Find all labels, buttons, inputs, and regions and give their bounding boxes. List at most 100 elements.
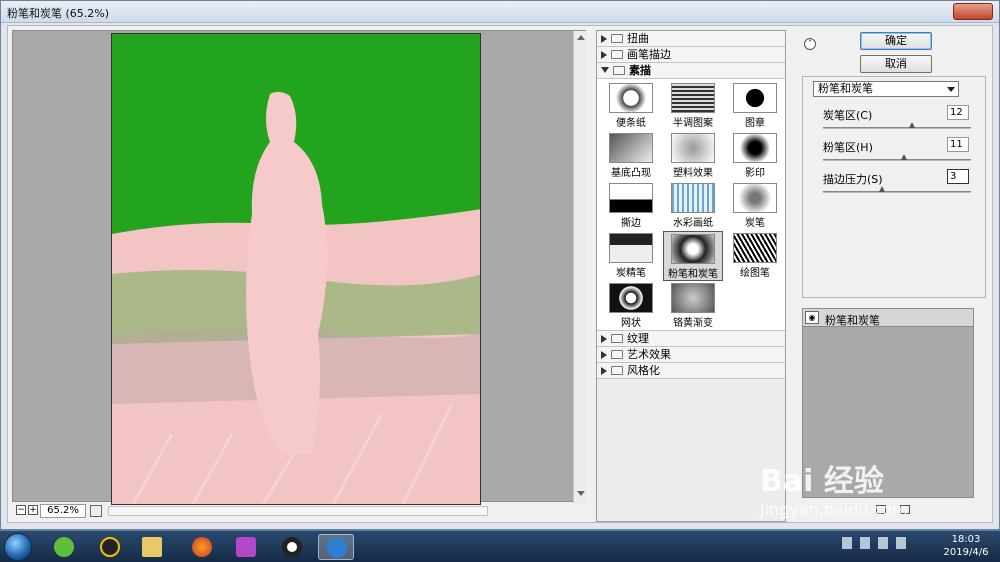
filter-preview-image bbox=[609, 133, 653, 163]
filter-thumbnail[interactable]: 图章 bbox=[725, 81, 785, 131]
filter-thumbnail[interactable]: 撕边 bbox=[601, 181, 661, 231]
taskbar-recorder[interactable] bbox=[274, 534, 310, 560]
tray-icon-1[interactable] bbox=[842, 537, 852, 549]
filter-category-label: 风格化 bbox=[627, 364, 660, 377]
filter-thumbnail[interactable]: 便条纸 bbox=[601, 81, 661, 131]
preview-vertical-scrollbar[interactable] bbox=[573, 31, 587, 503]
dialog-body: − + 65.2% 扭曲画笔描边素描 便条纸 半调图案 图章基底凸现 塑料效果 影印撕边… bbox=[7, 25, 993, 523]
title-bar: 粉笔和炭笔 (65.2%) bbox=[1, 1, 999, 23]
tray-icon-3[interactable] bbox=[878, 537, 888, 549]
taskbar-firefox[interactable] bbox=[184, 534, 220, 560]
filter-preview-image bbox=[733, 133, 777, 163]
filter-parameter: 炭笔区(C) 12 bbox=[823, 105, 983, 135]
parameter-label: 炭笔区(C) bbox=[823, 109, 873, 122]
start-button[interactable] bbox=[4, 533, 32, 561]
filter-thumbnail[interactable]: 影印 bbox=[725, 131, 785, 181]
taskbar-photoshop[interactable] bbox=[318, 534, 354, 560]
filter-gallery: 扭曲画笔描边素描 便条纸 半调图案 图章基底凸现 塑料效果 影印撕边 水彩画纸 炭笔炭精笔 粉… bbox=[596, 30, 786, 522]
slider-handle[interactable] bbox=[901, 154, 908, 160]
slider-handle[interactable] bbox=[908, 122, 915, 128]
settings-panel: ˄ 确定 取消 粉笔和炭笔 炭笔区(C) 12 粉笔区(H) 11 描边压力(S) 3 ◉… bbox=[798, 30, 990, 522]
filter-thumbnail-label: 粉笔和炭笔 bbox=[668, 269, 718, 280]
tray-icon-2[interactable] bbox=[860, 537, 870, 549]
watermark-url: jingyan.baidu.com bbox=[760, 500, 908, 519]
triangle-right-icon bbox=[601, 35, 607, 43]
filter-preview-image bbox=[733, 83, 777, 113]
clock-date: 2019/4/6 bbox=[943, 547, 989, 558]
parameter-value-input[interactable]: 12 bbox=[947, 105, 969, 120]
filter-thumbnail[interactable]: 塑料效果 bbox=[663, 131, 723, 181]
taskbar-app-1[interactable] bbox=[46, 534, 82, 560]
cancel-button[interactable]: 取消 bbox=[860, 55, 932, 73]
close-button[interactable] bbox=[953, 3, 993, 20]
filter-preview-image bbox=[671, 183, 715, 213]
filter-category[interactable]: 艺术效果 bbox=[597, 347, 785, 363]
filter-thumbnail-label: 撕边 bbox=[621, 218, 641, 229]
filter-parameter: 描边压力(S) 3 bbox=[823, 169, 983, 199]
tray-volume-icon[interactable] bbox=[896, 537, 906, 549]
filter-thumbnail-label: 半调图案 bbox=[673, 118, 713, 129]
filter-preview-image bbox=[671, 83, 715, 113]
parameter-slider[interactable] bbox=[823, 191, 971, 193]
parameter-value-input[interactable]: 3 bbox=[947, 169, 969, 184]
preview-horizontal-scrollbar[interactable] bbox=[108, 506, 488, 516]
filter-thumbnail[interactable]: 水彩画纸 bbox=[663, 181, 723, 231]
filter-category[interactable]: 扭曲 bbox=[597, 31, 785, 47]
zoom-in-button[interactable]: + bbox=[28, 505, 38, 515]
taskbar-qq[interactable] bbox=[92, 534, 128, 560]
filter-preview-image bbox=[733, 183, 777, 213]
slider-handle[interactable] bbox=[879, 186, 886, 192]
folder-icon bbox=[611, 334, 623, 343]
taskbar-explorer[interactable] bbox=[134, 534, 170, 560]
filter-thumbnail[interactable]: 绘图笔 bbox=[725, 231, 785, 281]
filter-category-label: 扭曲 bbox=[627, 32, 649, 45]
filter-select-value: 粉笔和炭笔 bbox=[818, 82, 873, 95]
filter-preview-image bbox=[609, 183, 653, 213]
clock[interactable]: 18:03 2019/4/6 bbox=[938, 533, 994, 559]
filter-thumbnail[interactable]: 炭精笔 bbox=[601, 231, 661, 281]
filter-select[interactable]: 粉笔和炭笔 bbox=[813, 81, 959, 97]
preview-canvas[interactable] bbox=[111, 33, 481, 505]
zoom-controls: − + 65.2% bbox=[12, 504, 586, 520]
filter-category-label: 画笔描边 bbox=[627, 48, 671, 61]
filter-preview-image bbox=[671, 133, 715, 163]
filter-thumbnail[interactable]: 网状 bbox=[601, 281, 661, 331]
filter-thumbnail-label: 炭精笔 bbox=[616, 268, 646, 279]
watermark-brand: Bai 经验 bbox=[760, 464, 884, 499]
folder-icon bbox=[613, 66, 625, 75]
folder-icon bbox=[611, 350, 623, 359]
filter-category[interactable]: 纹理 bbox=[597, 331, 785, 347]
filter-thumbnail[interactable]: 炭笔 bbox=[725, 181, 785, 231]
triangle-right-icon bbox=[601, 335, 607, 343]
filter-thumbnail[interactable]: 粉笔和炭笔 bbox=[663, 231, 723, 281]
taskbar-media-app[interactable] bbox=[228, 534, 264, 560]
filter-category[interactable]: 画笔描边 bbox=[597, 47, 785, 63]
filter-category-label: 纹理 bbox=[627, 332, 649, 345]
filter-thumbnail[interactable]: 半调图案 bbox=[663, 81, 723, 131]
zoom-out-button[interactable]: − bbox=[16, 505, 26, 515]
effect-layer-name: 粉笔和炭笔 bbox=[825, 314, 880, 327]
filter-thumbnail-label: 基底凸现 bbox=[611, 168, 651, 179]
filter-thumbnail[interactable]: 铬黄渐变 bbox=[663, 281, 723, 331]
ok-button[interactable]: 确定 bbox=[860, 32, 932, 50]
parameter-slider[interactable] bbox=[823, 159, 971, 161]
filter-preview-image bbox=[609, 283, 653, 313]
filter-preview-image bbox=[733, 233, 777, 263]
filter-thumbnail-label: 便条纸 bbox=[616, 118, 646, 129]
eye-icon[interactable]: ◉ bbox=[805, 311, 819, 324]
folder-icon bbox=[611, 50, 623, 59]
effect-layer-row[interactable]: ◉ 粉笔和炭笔 bbox=[803, 309, 973, 327]
filter-thumbnail-label: 绘图笔 bbox=[740, 268, 770, 279]
zoom-dropdown-button[interactable] bbox=[90, 505, 102, 517]
filter-thumbnail[interactable]: 基底凸现 bbox=[601, 131, 661, 181]
filter-thumbnail-label: 影印 bbox=[745, 168, 765, 179]
filter-category[interactable]: 素描 bbox=[597, 63, 785, 79]
parameter-slider[interactable] bbox=[823, 127, 971, 129]
collapse-toggle-button[interactable]: ˄ bbox=[804, 38, 816, 50]
parameter-label: 粉笔区(H) bbox=[823, 141, 873, 154]
parameter-value-input[interactable]: 11 bbox=[947, 137, 969, 152]
zoom-level[interactable]: 65.2% bbox=[40, 504, 86, 518]
preview-image bbox=[112, 34, 480, 504]
window-title: 粉笔和炭笔 (65.2%) bbox=[7, 7, 110, 20]
filter-category[interactable]: 风格化 bbox=[597, 363, 785, 379]
